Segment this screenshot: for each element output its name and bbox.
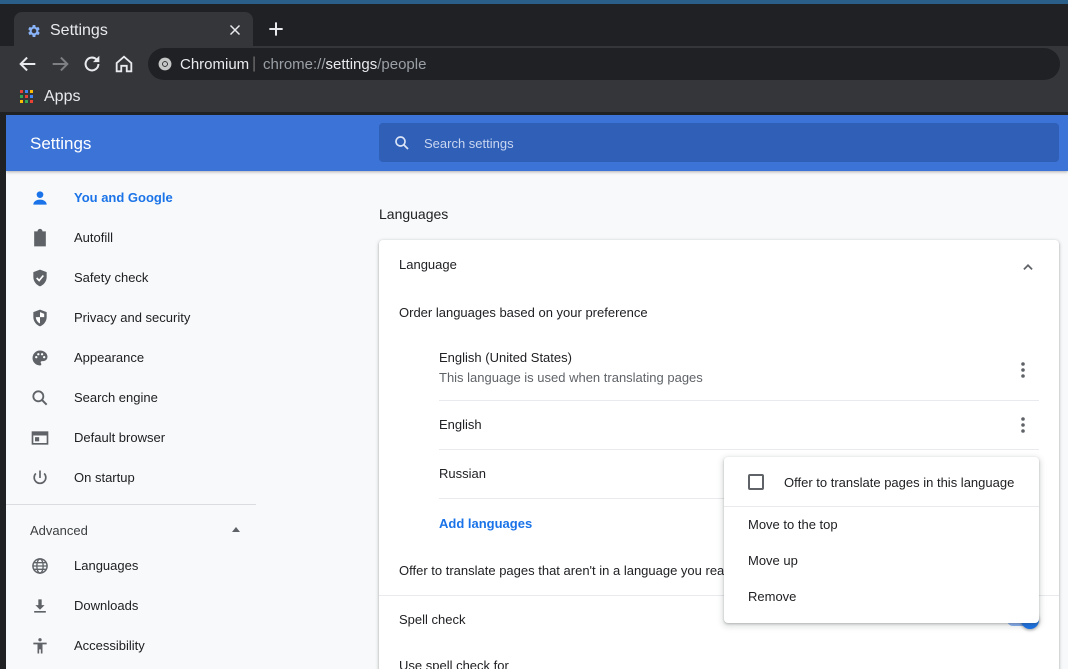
language-header: Language — [399, 257, 457, 272]
url-path: /people — [377, 56, 427, 73]
offer-translate-label: Offer to translate pages that aren't in … — [399, 563, 732, 578]
language-context-menu: Offer to translate pages in this languag… — [724, 457, 1039, 623]
shield-icon — [33, 309, 47, 327]
translate-checkbox[interactable] — [748, 474, 764, 490]
order-languages-label: Order languages based on your preference — [399, 305, 648, 320]
home-icon[interactable] — [113, 53, 135, 75]
translate-checkbox-label[interactable]: Offer to translate pages in this languag… — [784, 475, 1014, 490]
browser-toolbar: Chromium | chrome://settings/people — [0, 46, 1068, 82]
sidebar-item-label: Accessibility — [74, 638, 145, 653]
language-item: English — [439, 417, 1039, 437]
chevron-up-icon[interactable] — [1021, 260, 1035, 274]
sidebar-item-label: Privacy and security — [74, 310, 191, 325]
omnibox-separator: | — [252, 55, 257, 72]
gear-icon — [28, 25, 40, 37]
sidebar-item-accessibility[interactable]: Accessibility — [6, 626, 256, 666]
sidebar-item-label: You and Google — [74, 190, 173, 205]
site-name: Chromium — [180, 56, 250, 73]
more-vert-icon[interactable] — [1021, 362, 1025, 378]
sidebar-item-default-browser[interactable]: Default browser — [6, 418, 256, 458]
page-title: Settings — [30, 134, 92, 153]
sidebar-item-on-startup[interactable]: On startup — [6, 458, 256, 498]
menu-item-move-to-top[interactable]: Move to the top — [748, 517, 838, 532]
sidebar-item-label: Autofill — [74, 230, 114, 245]
globe-icon — [32, 558, 48, 574]
divider — [439, 449, 1039, 450]
clipboard-icon — [34, 228, 46, 247]
settings-header: Settings — [6, 115, 1068, 171]
sidebar-item-autofill[interactable]: Autofill — [6, 218, 256, 258]
sidebar-item-label: Downloads — [74, 598, 139, 613]
language-name: English (United States) — [439, 350, 572, 365]
sidebar-item-languages[interactable]: Languages — [6, 546, 256, 586]
menu-divider — [724, 506, 1039, 507]
search-icon — [395, 136, 409, 150]
power-icon — [33, 470, 47, 485]
sidebar-item-search-engine[interactable]: Search engine — [6, 378, 256, 418]
sidebar-item-label: Appearance — [74, 350, 145, 365]
advanced-label: Advanced — [30, 523, 88, 538]
sidebar-item-safety-check[interactable]: Safety check — [6, 258, 256, 298]
accessibility-icon — [33, 638, 47, 654]
advanced-toggle[interactable]: Advanced — [30, 519, 240, 541]
close-icon[interactable] — [226, 21, 244, 39]
spell-check-label: Spell check — [399, 612, 466, 627]
download-icon — [34, 599, 46, 613]
reload-icon[interactable] — [81, 53, 103, 75]
url-prefix: chrome:// — [263, 56, 326, 73]
sidebar: You and Google Autofill Safety check Pri… — [6, 171, 256, 669]
url-host: settings — [325, 56, 378, 73]
sidebar-divider — [6, 504, 256, 505]
sidebar-item-appearance[interactable]: Appearance — [6, 338, 256, 378]
more-vert-icon[interactable] — [1021, 417, 1025, 433]
back-arrow-icon[interactable] — [17, 53, 39, 75]
tab-settings[interactable]: Settings — [14, 12, 253, 50]
search-input[interactable] — [424, 133, 1024, 153]
search-box[interactable] — [379, 123, 1059, 162]
forward-arrow-icon[interactable] — [49, 53, 71, 75]
url-text: chrome://settings/people — [263, 56, 426, 73]
language-item: English (United States) This language is… — [439, 350, 1039, 396]
tab-strip: Settings — [0, 4, 1068, 50]
sidebar-item-downloads[interactable]: Downloads — [6, 586, 256, 626]
language-subtitle: This language is used when translating p… — [439, 370, 703, 385]
divider — [439, 400, 1039, 401]
menu-item-remove[interactable]: Remove — [748, 589, 796, 604]
chromium-logo-icon — [158, 57, 172, 71]
sidebar-item-label: Safety check — [74, 270, 149, 285]
tab-title: Settings — [50, 22, 108, 39]
sidebar-item-label: On startup — [74, 470, 135, 485]
section-title: Languages — [379, 206, 449, 222]
use-spell-check-label: Use spell check for — [399, 658, 509, 669]
bookmarks-bar: Apps — [0, 82, 1068, 112]
caret-up-icon — [232, 527, 240, 532]
menu-item-move-up[interactable]: Move up — [748, 553, 798, 568]
language-name: English — [439, 417, 482, 432]
browser-icon — [31, 431, 49, 445]
sidebar-item-label: Languages — [74, 558, 139, 573]
sidebar-item-you-and-google[interactable]: You and Google — [6, 178, 256, 218]
sidebar-item-privacy[interactable]: Privacy and security — [6, 298, 256, 338]
person-icon — [33, 191, 47, 205]
add-languages-link[interactable]: Add languages — [439, 516, 532, 531]
shield-check-icon — [33, 269, 47, 287]
new-tab-icon[interactable] — [266, 19, 286, 39]
sidebar-item-label: Default browser — [74, 430, 166, 445]
apps-grid-icon — [20, 90, 33, 103]
sidebar-item-label: Search engine — [74, 390, 158, 405]
palette-icon — [32, 350, 48, 366]
address-bar[interactable]: Chromium | chrome://settings/people — [148, 48, 1060, 80]
apps-label: Apps — [44, 88, 81, 105]
search-icon — [32, 390, 48, 406]
